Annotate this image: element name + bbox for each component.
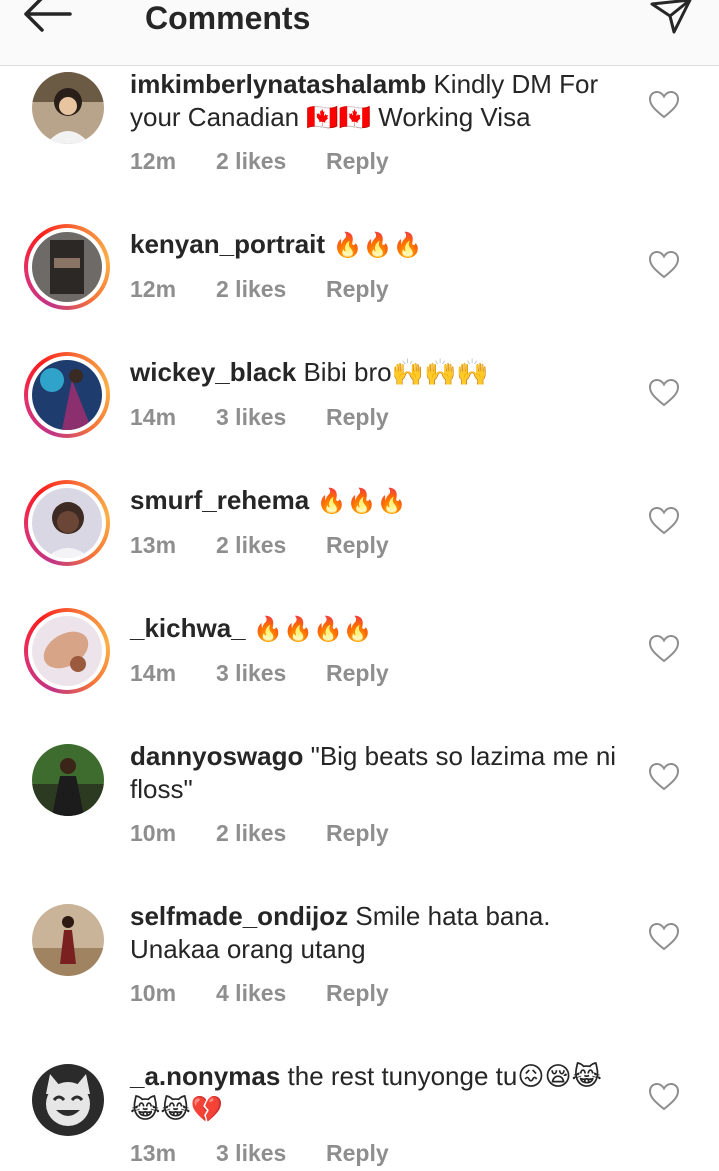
comment-username[interactable]: _kichwa_ bbox=[130, 613, 246, 643]
comment-time: 13m bbox=[130, 532, 177, 558]
comment-time: 10m bbox=[130, 820, 177, 846]
comment-username[interactable]: wickey_black bbox=[130, 357, 296, 387]
comment-meta: 12m 2 likes Reply bbox=[130, 148, 389, 175]
comment-body: 🔥🔥🔥 bbox=[309, 487, 407, 515]
arrow-left-icon[interactable] bbox=[20, 0, 76, 40]
heart-outline-icon[interactable] bbox=[648, 1082, 680, 1112]
comment-likes[interactable]: 2 likes bbox=[216, 276, 326, 303]
reply-button[interactable]: Reply bbox=[326, 1140, 389, 1167]
comment-username[interactable]: selfmade_ondijoz bbox=[130, 901, 348, 931]
comment-meta: 12m 2 likes Reply bbox=[130, 276, 389, 303]
comment-likes[interactable]: 3 likes bbox=[216, 404, 326, 431]
heart-outline-icon[interactable] bbox=[648, 762, 680, 792]
reply-button[interactable]: Reply bbox=[326, 532, 389, 559]
comment-meta: 10m 4 likes Reply bbox=[130, 980, 389, 1007]
comment-text: _kichwa_ 🔥🔥🔥🔥 bbox=[130, 612, 620, 646]
comment-time: 14m bbox=[130, 404, 177, 430]
avatar[interactable] bbox=[24, 608, 110, 694]
reply-button[interactable]: Reply bbox=[326, 980, 389, 1007]
comment-text: dannyoswago "Big beats so lazima me ni f… bbox=[130, 740, 620, 806]
comment-text: smurf_rehema 🔥🔥🔥 bbox=[130, 484, 620, 518]
avatar[interactable] bbox=[24, 1060, 110, 1146]
comment-meta: 14m 3 likes Reply bbox=[130, 404, 389, 431]
comment-username[interactable]: imkimberlynatashalamb bbox=[130, 69, 426, 99]
comment-likes[interactable]: 2 likes bbox=[216, 148, 326, 175]
comment-likes[interactable]: 2 likes bbox=[216, 532, 326, 559]
comment-username[interactable]: kenyan_portrait bbox=[130, 229, 325, 259]
comment-meta: 14m 3 likes Reply bbox=[130, 660, 389, 687]
heart-outline-icon[interactable] bbox=[648, 378, 680, 408]
reply-button[interactable]: Reply bbox=[326, 276, 389, 303]
comment-meta: 10m 2 likes Reply bbox=[130, 820, 389, 847]
avatar[interactable] bbox=[24, 352, 110, 438]
heart-outline-icon[interactable] bbox=[648, 90, 680, 120]
header-bar: Comments bbox=[0, 0, 719, 66]
page-title: Comments bbox=[145, 0, 311, 36]
comment-meta: 13m 3 likes Reply bbox=[130, 1140, 389, 1167]
comment-time: 13m bbox=[130, 1140, 177, 1166]
comment-username[interactable]: smurf_rehema bbox=[130, 485, 309, 515]
comment-time: 10m bbox=[130, 980, 177, 1006]
comment-text: wickey_black Bibi bro🙌🙌🙌 bbox=[130, 356, 620, 389]
comment-likes[interactable]: 3 likes bbox=[216, 1140, 326, 1167]
comment-likes[interactable]: 3 likes bbox=[216, 660, 326, 687]
comment-text: kenyan_portrait 🔥🔥🔥 bbox=[130, 228, 620, 262]
comment-meta: 13m 2 likes Reply bbox=[130, 532, 389, 559]
reply-button[interactable]: Reply bbox=[326, 820, 389, 847]
heart-outline-icon[interactable] bbox=[648, 634, 680, 664]
reply-button[interactable]: Reply bbox=[326, 148, 389, 175]
comment-body: 🔥🔥🔥 bbox=[325, 231, 423, 259]
comment-body: Bibi bro🙌🙌🙌 bbox=[296, 357, 489, 387]
comment-body: 🔥🔥🔥🔥 bbox=[245, 615, 373, 643]
comment-text: _a.nonymas the rest tunyonge tu😖😪😹😹😹💔 bbox=[130, 1060, 620, 1126]
comment-time: 12m bbox=[130, 148, 177, 174]
avatar[interactable] bbox=[24, 740, 110, 826]
heart-outline-icon[interactable] bbox=[648, 506, 680, 536]
comment-time: 14m bbox=[130, 660, 177, 686]
comment-likes[interactable]: 2 likes bbox=[216, 820, 326, 847]
avatar[interactable] bbox=[24, 900, 110, 986]
reply-button[interactable]: Reply bbox=[326, 404, 389, 431]
comment-text: selfmade_ondijoz Smile hata bana. Unakaa… bbox=[130, 900, 620, 966]
reply-button[interactable]: Reply bbox=[326, 660, 389, 687]
comment-username[interactable]: dannyoswago bbox=[130, 741, 303, 771]
comment-text: imkimberlynatashalamb Kindly DM For your… bbox=[130, 68, 620, 134]
comment-likes[interactable]: 4 likes bbox=[216, 980, 326, 1007]
paper-plane-icon[interactable] bbox=[648, 0, 696, 40]
heart-outline-icon[interactable] bbox=[648, 922, 680, 952]
heart-outline-icon[interactable] bbox=[648, 250, 680, 280]
avatar[interactable] bbox=[24, 224, 110, 310]
avatar[interactable] bbox=[24, 68, 110, 154]
avatar[interactable] bbox=[24, 480, 110, 566]
comment-time: 12m bbox=[130, 276, 177, 302]
comment-username[interactable]: _a.nonymas bbox=[130, 1061, 280, 1091]
